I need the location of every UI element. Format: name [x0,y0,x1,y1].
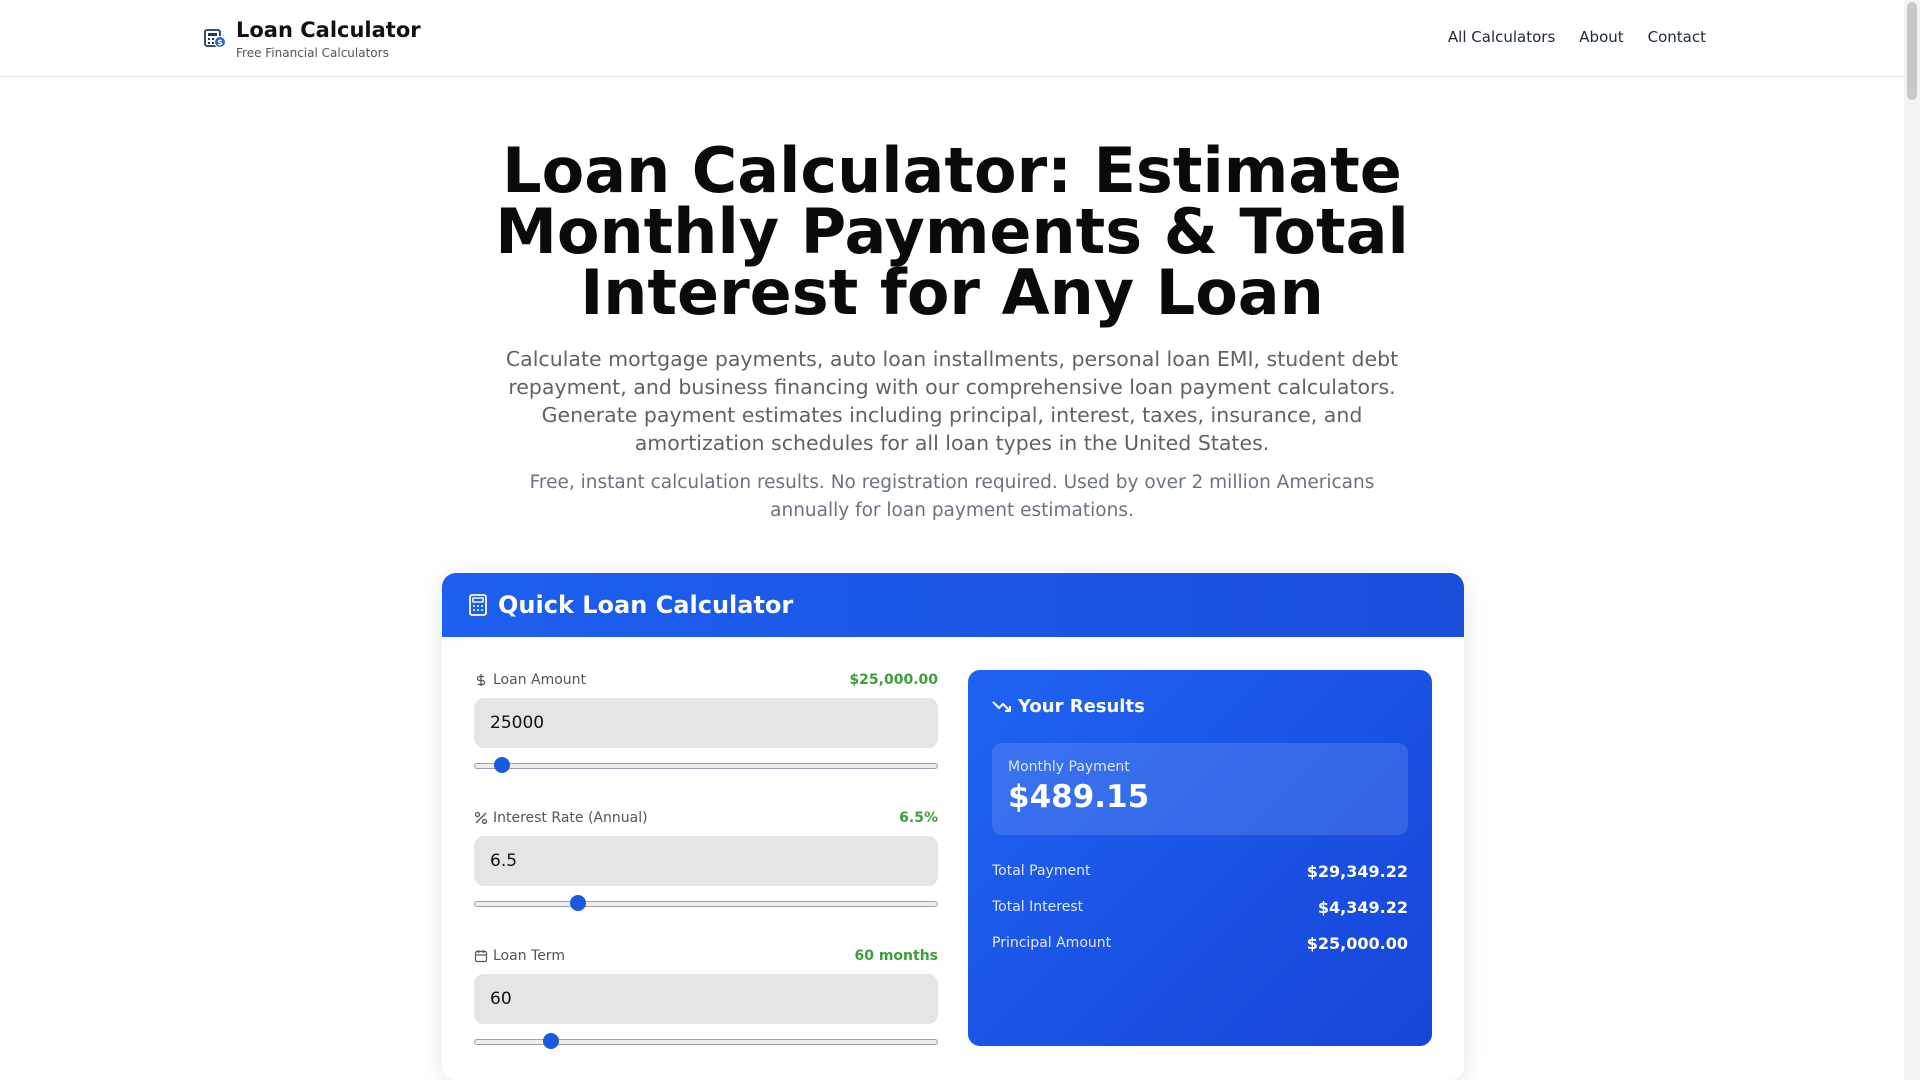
total-interest-label: Total Interest [992,899,1084,915]
loan-amount-label: Loan Amount [493,672,587,688]
loan-term-label: Loan Term [493,948,565,964]
results-rows: Total Payment $29,349.22 Total Interest … [992,853,1408,961]
principal-amount-row: Principal Amount $25,000.00 [992,925,1408,961]
hero-description: Calculate mortgage payments, auto loan i… [505,347,1399,455]
page-scrollbar[interactable] [1904,0,1920,1080]
calculator-title: Quick Loan Calculator [498,591,794,619]
total-payment-label: Total Payment [992,863,1091,879]
calculator-dollar-icon: $ [204,29,226,48]
slider-thumb[interactable] [493,757,510,773]
total-interest-value: $4,349.22 [1317,897,1408,917]
percent-icon [474,811,488,825]
slider-thumb[interactable] [570,895,587,911]
dollar-icon [476,674,486,686]
loan-amount-field: Loan Amount $25,000.00 25000 [474,670,938,774]
loan-term-slider[interactable] [474,1032,938,1050]
scrollbar-thumb[interactable] [1907,2,1917,100]
loan-amount-slider[interactable] [474,756,938,774]
calendar-icon [474,950,488,963]
loan-term-input[interactable]: 60 [474,974,938,1024]
monthly-payment-box: Monthly Payment $489.15 [992,743,1408,835]
svg-text:$: $ [217,38,223,47]
trending-down-icon [992,700,1011,712]
interest-rate-input[interactable]: 6.5 [474,836,938,886]
nav-contact[interactable]: Contact [1648,28,1706,46]
main-nav: All Calculators About Contact [1448,28,1706,46]
interest-rate-display: 6.5% [899,810,938,826]
interest-rate-label: Interest Rate (Annual) [493,810,648,826]
monthly-payment-label: Monthly Payment [1008,759,1130,775]
loan-amount-input[interactable]: 25000 [474,698,938,748]
calculator-card: Quick Loan Calculator Loan Amount $25,00… [442,573,1464,1080]
hero-note: Free, instant calculation results. No re… [529,472,1375,521]
total-payment-value: $29,349.22 [1306,861,1408,881]
brand-subtitle: Free Financial Calculators [236,46,389,60]
interest-rate-slider[interactable] [474,894,938,912]
total-interest-row: Total Interest $4,349.22 [992,889,1408,925]
nav-all-calculators[interactable]: All Calculators [1448,28,1555,46]
calculator-icon [469,594,487,616]
results-title: Your Results [1018,696,1145,717]
calculator-header: Quick Loan Calculator [442,573,1464,637]
results-panel: Your Results Monthly Payment $489.15 Tot… [968,670,1432,1046]
loan-term-display: 60 months [854,948,938,964]
principal-amount-value: $25,000.00 [1306,933,1408,953]
calculator-inputs: Loan Amount $25,000.00 25000 Interest Ra… [474,670,938,1080]
total-payment-row: Total Payment $29,349.22 [992,853,1408,889]
nav-about[interactable]: About [1579,28,1623,46]
brand-title: Loan Calculator [236,18,421,42]
site-header: $ Loan Calculator Free Financial Calcula… [0,0,1904,77]
page-title: Loan Calculator: Estimate Monthly Paymen… [495,134,1409,329]
slider-thumb[interactable] [542,1033,559,1049]
monthly-payment-value: $489.15 [1008,779,1150,815]
principal-amount-label: Principal Amount [992,935,1112,951]
brand-logo[interactable]: $ Loan Calculator Free Financial Calcula… [204,18,421,60]
loan-amount-display: $25,000.00 [849,672,938,688]
loan-term-field: Loan Term 60 months 60 [474,946,938,1050]
interest-rate-field: Interest Rate (Annual) 6.5% 6.5 [474,808,938,912]
